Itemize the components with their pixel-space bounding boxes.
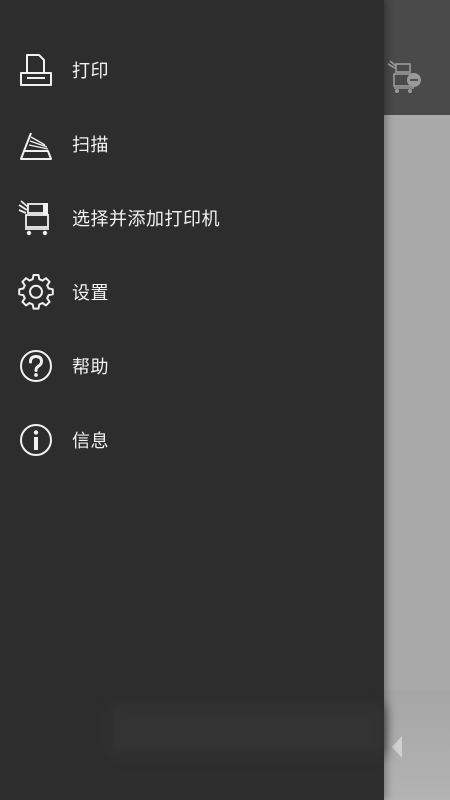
menu-item-help[interactable]: 帮助 — [0, 329, 384, 403]
printer-status-icon[interactable] — [386, 58, 426, 96]
screen: 打印 扫描 选择并添加打印机 设置 帮助 信息 — [0, 0, 450, 800]
drawer-menu: 打印 扫描 选择并添加打印机 设置 帮助 信息 — [0, 33, 384, 477]
menu-item-label: 选择并添加打印机 — [72, 209, 220, 230]
add-printer-icon — [17, 199, 55, 237]
scan-icon — [17, 125, 55, 163]
help-icon — [17, 347, 55, 385]
print-icon — [17, 51, 55, 89]
menu-item-label: 帮助 — [72, 357, 109, 378]
menu-item-add-printer[interactable]: 选择并添加打印机 — [0, 181, 384, 255]
menu-item-label: 信息 — [72, 431, 109, 452]
back-chevron-icon[interactable] — [388, 732, 406, 762]
menu-item-settings[interactable]: 设置 — [0, 255, 384, 329]
menu-item-label: 扫描 — [72, 135, 109, 156]
drawer-bottom-shade — [110, 705, 384, 755]
menu-item-print[interactable]: 打印 — [0, 33, 384, 107]
navigation-drawer: 打印 扫描 选择并添加打印机 设置 帮助 信息 — [0, 0, 384, 800]
menu-item-label: 打印 — [72, 61, 109, 82]
menu-item-scan[interactable]: 扫描 — [0, 107, 384, 181]
menu-item-label: 设置 — [72, 283, 109, 304]
info-icon — [17, 421, 55, 459]
menu-item-info[interactable]: 信息 — [0, 403, 384, 477]
settings-icon — [17, 273, 55, 311]
